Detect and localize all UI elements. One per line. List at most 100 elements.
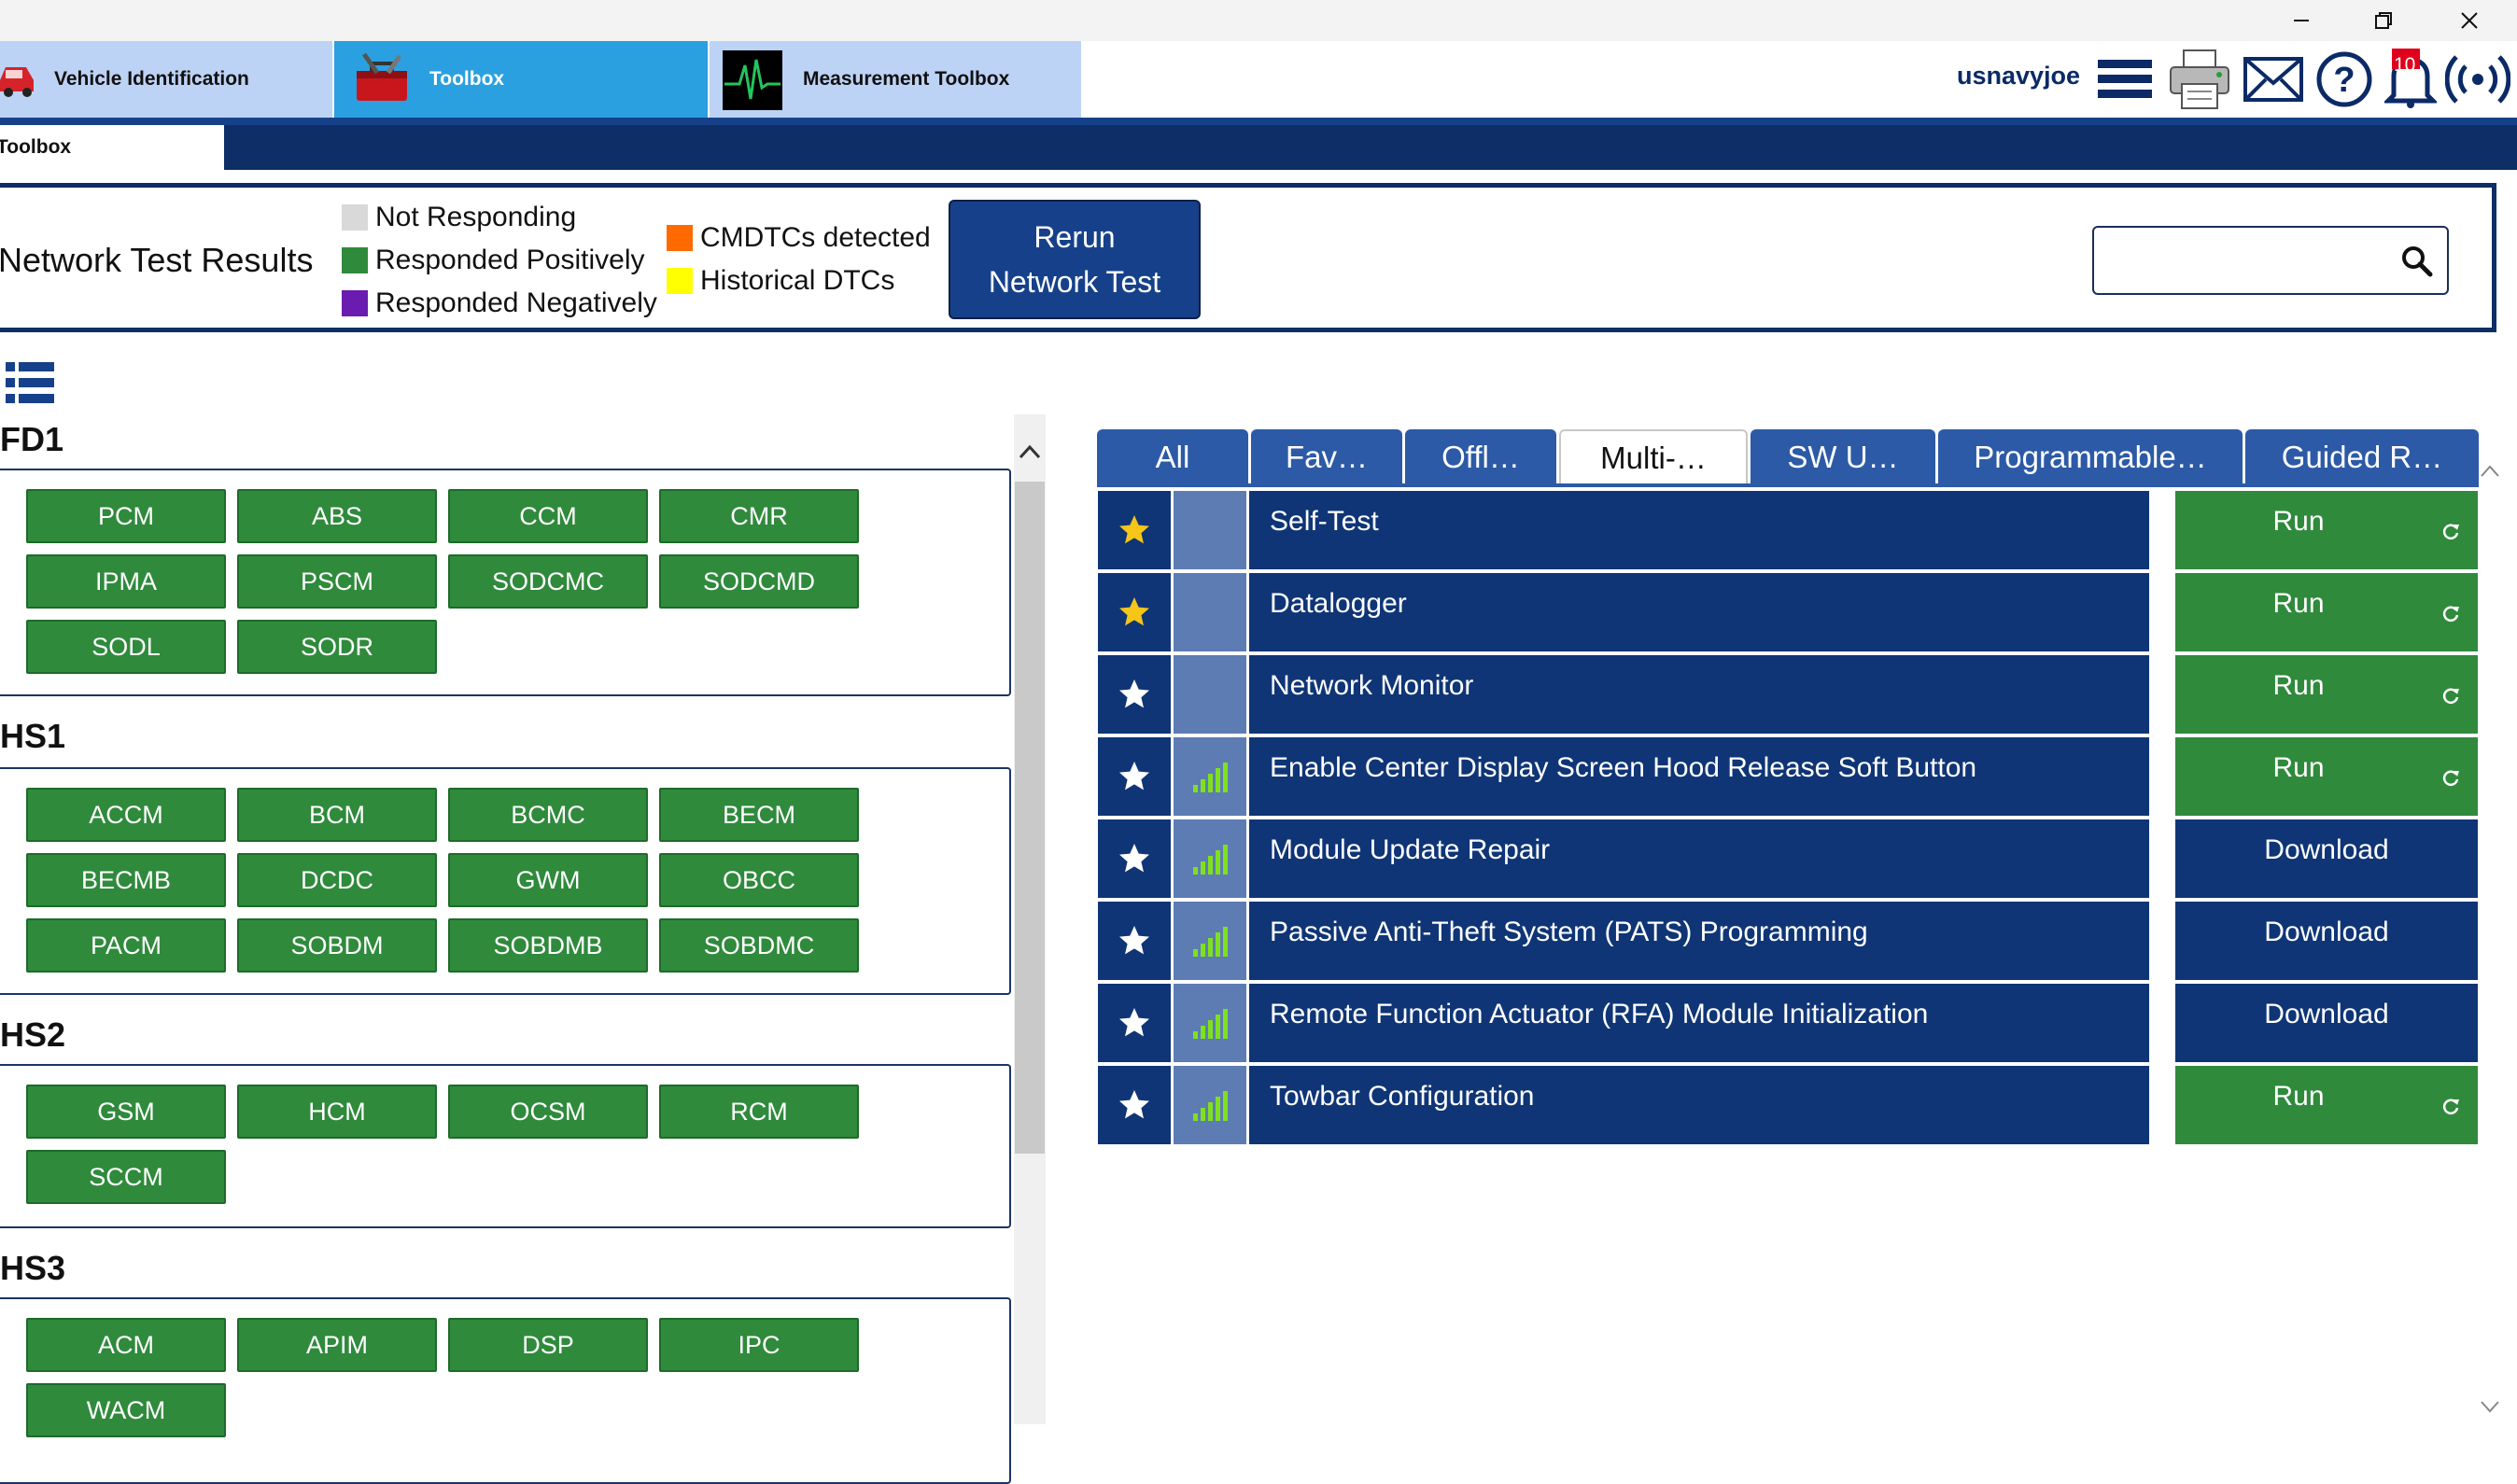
tool-row[interactable]: Datalogger Run	[1098, 573, 2478, 651]
tool-row[interactable]: Enable Center Display Screen Hood Releas…	[1098, 737, 2478, 816]
tool-row[interactable]: Remote Function Actuator (RFA) Module In…	[1098, 984, 2478, 1062]
module-button-gsm[interactable]: GSM	[26, 1085, 226, 1139]
download-button[interactable]: Download	[2175, 984, 2478, 1062]
favorite-toggle[interactable]	[1098, 984, 1171, 1062]
favorite-toggle[interactable]	[1098, 819, 1171, 898]
close-window-button[interactable]	[2427, 0, 2511, 41]
tool-name-cell[interactable]: Network Monitor	[1249, 655, 2149, 734]
module-button-sodcmd[interactable]: SODCMD	[659, 554, 859, 609]
module-button-bcmc[interactable]: BCMC	[448, 788, 648, 842]
module-button-apim[interactable]: APIM	[237, 1318, 437, 1372]
module-button-accm[interactable]: ACCM	[26, 788, 226, 842]
favorite-toggle[interactable]	[1098, 1066, 1171, 1144]
rerun-network-test-button[interactable]: Rerun Network Test	[949, 200, 1201, 319]
messages-button[interactable]	[2241, 47, 2306, 112]
print-button[interactable]	[2166, 47, 2233, 112]
scroll-down-icon	[2481, 1401, 2499, 1413]
tool-name-cell[interactable]: Towbar Configuration	[1249, 1066, 2149, 1144]
module-button-sobdmc[interactable]: SOBDMC	[659, 918, 859, 973]
run-button[interactable]: Run	[2175, 573, 2478, 651]
module-button-ocsm[interactable]: OCSM	[448, 1085, 648, 1139]
module-button-ccm[interactable]: CCM	[448, 489, 648, 543]
signal-strength-icon	[1193, 1009, 1228, 1039]
connectivity-indicator	[1174, 491, 1246, 569]
module-button-abs[interactable]: ABS	[237, 489, 437, 543]
module-button-rcm[interactable]: RCM	[659, 1085, 859, 1139]
run-button[interactable]: Run	[2175, 737, 2478, 816]
run-button[interactable]: Run	[2175, 655, 2478, 734]
tab-sw-updates[interactable]: SW U…	[1751, 429, 1935, 485]
run-button[interactable]: Run	[2175, 491, 2478, 569]
tab-programmable[interactable]: Programmable…	[1938, 429, 2243, 485]
subnav-tab-toolbox[interactable]: Toolbox	[0, 125, 224, 170]
module-button-pacm[interactable]: PACM	[26, 918, 226, 973]
module-button-ipc[interactable]: IPC	[659, 1318, 859, 1372]
tool-name-cell[interactable]: Self-Test	[1249, 491, 2149, 569]
scroll-up-icon[interactable]	[1018, 442, 1042, 461]
tool-name-cell[interactable]: Enable Center Display Screen Hood Releas…	[1249, 737, 2149, 816]
favorite-toggle[interactable]	[1098, 491, 1171, 569]
search-input[interactable]	[2092, 226, 2449, 295]
favorite-toggle[interactable]	[1098, 902, 1171, 980]
download-button[interactable]: Download	[2175, 902, 2478, 980]
favorite-toggle[interactable]	[1098, 737, 1171, 816]
close-icon	[2461, 12, 2478, 29]
notifications-button[interactable]: 10	[2383, 47, 2439, 112]
module-button-acm[interactable]: ACM	[26, 1318, 226, 1372]
scrollbar-thumb[interactable]	[1015, 482, 1045, 1154]
module-button-sodl[interactable]: SODL	[26, 620, 226, 674]
list-view-icon[interactable]	[6, 360, 54, 405]
module-button-sodr[interactable]: SODR	[237, 620, 437, 674]
hamburger-menu-button[interactable]	[2097, 47, 2153, 112]
tool-row[interactable]: Network Monitor Run	[1098, 655, 2478, 734]
connection-status-button[interactable]	[2444, 47, 2511, 112]
tool-row[interactable]: Passive Anti-Theft System (PATS) Program…	[1098, 902, 2478, 980]
module-button-bcm[interactable]: BCM	[237, 788, 437, 842]
tab-multi[interactable]: Multi-…	[1559, 429, 1748, 485]
tab-toolbox[interactable]: Toolbox	[334, 41, 708, 118]
module-button-wacm[interactable]: WACM	[26, 1383, 226, 1437]
tab-guided-routines[interactable]: Guided R…	[2245, 429, 2479, 485]
help-button[interactable]: ?	[2313, 47, 2375, 112]
module-button-obcc[interactable]: OBCC	[659, 853, 859, 907]
module-button-sobdm[interactable]: SOBDM	[237, 918, 437, 973]
module-button-gwm[interactable]: GWM	[448, 853, 648, 907]
legend-responded-negatively: Responded Negatively	[342, 287, 657, 319]
restore-button[interactable]	[2341, 0, 2426, 41]
module-button-becm[interactable]: BECM	[659, 788, 859, 842]
minimize-button[interactable]	[2259, 0, 2343, 41]
module-button-sodcmc[interactable]: SODCMC	[448, 554, 648, 609]
tool-name-cell[interactable]: Passive Anti-Theft System (PATS) Program…	[1249, 902, 2149, 980]
right-scrollbar[interactable]	[2476, 457, 2504, 1424]
left-scrollbar[interactable]	[1014, 414, 1046, 1424]
module-button-ipma[interactable]: IPMA	[26, 554, 226, 609]
tab-all[interactable]: All	[1097, 429, 1248, 485]
module-button-dsp[interactable]: DSP	[448, 1318, 648, 1372]
favorite-toggle[interactable]	[1098, 655, 1171, 734]
module-button-cmr[interactable]: CMR	[659, 489, 859, 543]
star-icon	[1119, 1008, 1149, 1037]
tab-offline[interactable]: Offl…	[1405, 429, 1556, 485]
favorite-toggle[interactable]	[1098, 573, 1171, 651]
module-button-hcm[interactable]: HCM	[237, 1085, 437, 1139]
tool-name-cell[interactable]: Remote Function Actuator (RFA) Module In…	[1249, 984, 2149, 1062]
run-button[interactable]: Run	[2175, 1066, 2478, 1144]
tool-name-cell[interactable]: Module Update Repair	[1249, 819, 2149, 898]
tool-name-cell[interactable]: Datalogger	[1249, 573, 2149, 651]
module-button-becmb[interactable]: BECMB	[26, 853, 226, 907]
search-icon[interactable]	[2400, 245, 2434, 278]
tab-measurement-toolbox[interactable]: Measurement Toolbox	[710, 41, 1081, 118]
module-button-sobdmb[interactable]: SOBDMB	[448, 918, 648, 973]
download-button[interactable]: Download	[2175, 819, 2478, 898]
module-button-sccm[interactable]: SCCM	[26, 1150, 226, 1204]
tab-vehicle-identification[interactable]: Vehicle Identification	[0, 41, 332, 118]
tool-row[interactable]: Towbar Configuration Run	[1098, 1066, 2478, 1144]
tool-row[interactable]: Module Update Repair Download	[1098, 819, 2478, 898]
module-button-dcdc[interactable]: DCDC	[237, 853, 437, 907]
tab-favorites[interactable]: Fav…	[1251, 429, 1402, 485]
tool-row[interactable]: Self-Test Run	[1098, 491, 2478, 569]
module-button-pcm[interactable]: PCM	[26, 489, 226, 543]
module-button-pscm[interactable]: PSCM	[237, 554, 437, 609]
refresh-icon	[2442, 606, 2459, 622]
car-icon	[0, 67, 34, 97]
